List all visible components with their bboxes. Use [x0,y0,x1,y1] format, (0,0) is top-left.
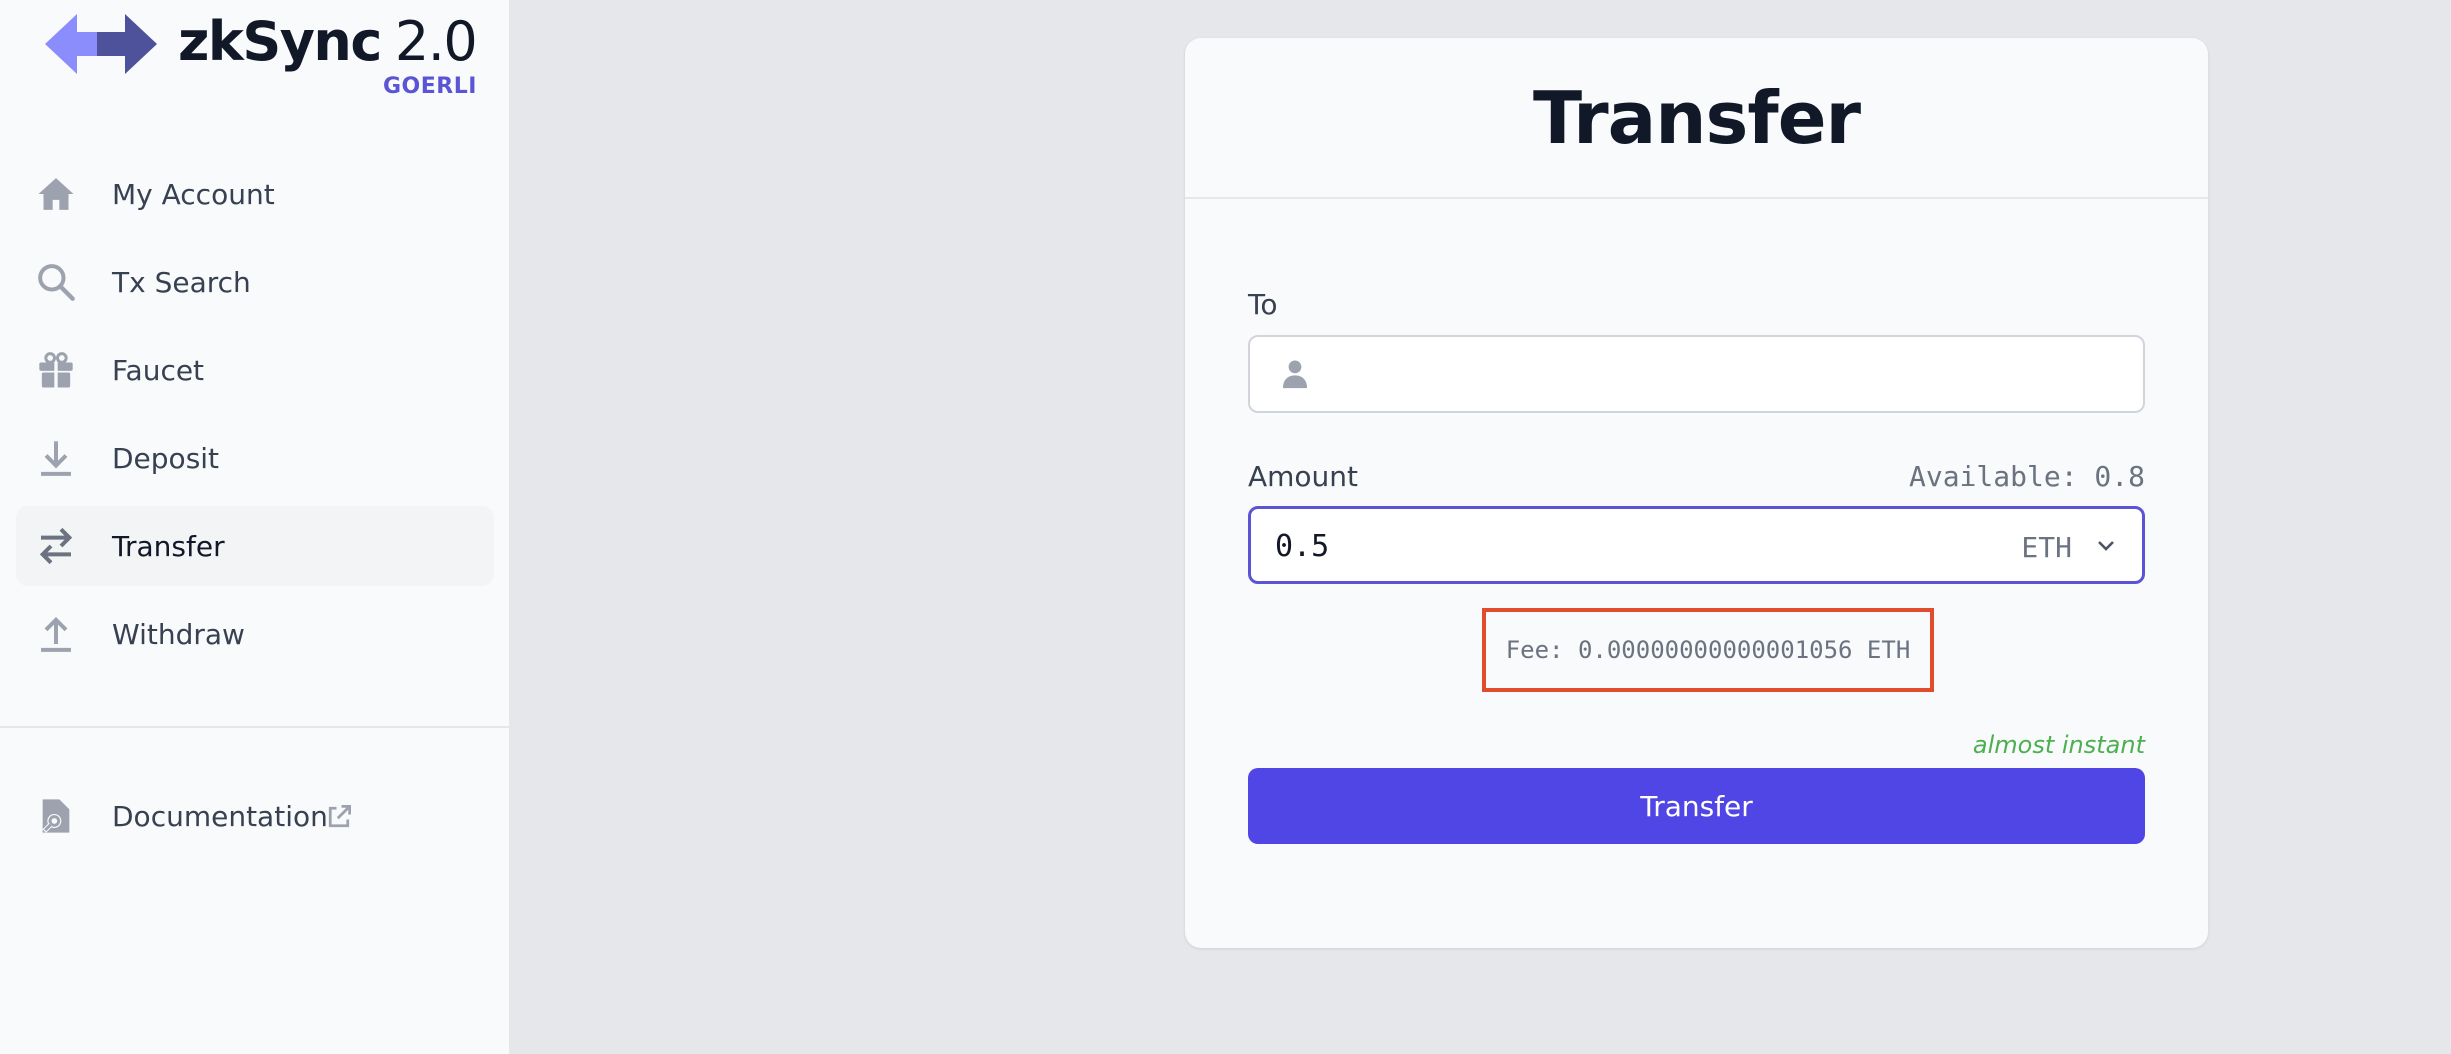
search-icon [34,260,78,304]
sidebar-item-faucet[interactable]: Faucet [16,330,494,410]
home-icon [34,172,78,216]
to-label: To [1248,288,1278,321]
to-field[interactable] [1248,335,2145,413]
speed-indicator: almost instant [1972,731,2145,759]
logo[interactable]: zkSync 2.0 GOERLI [45,8,478,99]
zksync-logo-icon [45,14,157,74]
logo-text: zkSync 2.0 [178,10,478,74]
user-icon [1278,357,1312,395]
sidebar-item-transfer[interactable]: Transfer [16,506,494,586]
sidebar-item-withdraw[interactable]: Withdraw [16,594,494,674]
network-badge: GOERLI [383,74,477,99]
sidebar-item-label: Transfer [112,529,225,563]
sidebar-item-documentation[interactable]: Documentation [16,776,494,856]
to-address-input[interactable] [1330,347,2120,401]
sidebar-item-label: Tx Search [112,265,251,299]
available-balance: Available: 0.8 [1908,460,2145,493]
sidebar-nav: My Account Tx Search Faucet Deposit Tran… [16,154,494,682]
sidebar-item-label: Faucet [112,353,205,387]
sidebar-item-label: Documentation [112,799,328,833]
gift-icon [34,348,78,392]
sidebar-item-my-account[interactable]: My Account [16,154,494,234]
download-icon [34,436,78,480]
transfer-card: Transfer To Amount Available: 0.8 0.5 ET… [1185,38,2208,948]
chevron-down-icon [2094,533,2118,561]
amount-label: Amount [1248,460,1359,493]
amount-field[interactable]: 0.5 ETH [1248,506,2145,584]
sidebar-item-label: My Account [112,177,275,211]
brand-name: zkSync [178,10,382,73]
sidebar: zkSync 2.0 GOERLI My Account Tx Search F… [0,0,510,1054]
transfer-button[interactable]: Transfer [1248,768,2145,844]
sidebar-item-tx-search[interactable]: Tx Search [16,242,494,322]
brand-version: 2.0 [394,10,478,73]
sidebar-divider [0,726,510,728]
page-title: Transfer [1532,75,1861,160]
fee-text: Fee: 0.00000000000001056 ETH [1505,636,1911,664]
transfer-icon [34,524,78,568]
sidebar-item-deposit[interactable]: Deposit [16,418,494,498]
fee-highlight-box: Fee: 0.00000000000001056 ETH [1482,608,1934,692]
external-link-icon [324,802,354,832]
upload-icon [34,612,78,656]
sidebar-item-label: Withdraw [112,617,245,651]
token-label: ETH [2021,530,2072,564]
sidebar-item-label: Deposit [112,441,220,475]
token-select[interactable]: ETH [2021,529,2118,565]
amount-input[interactable]: 0.5 [1275,529,1329,564]
document-search-icon [34,794,78,838]
card-header: Transfer [1185,38,2208,199]
